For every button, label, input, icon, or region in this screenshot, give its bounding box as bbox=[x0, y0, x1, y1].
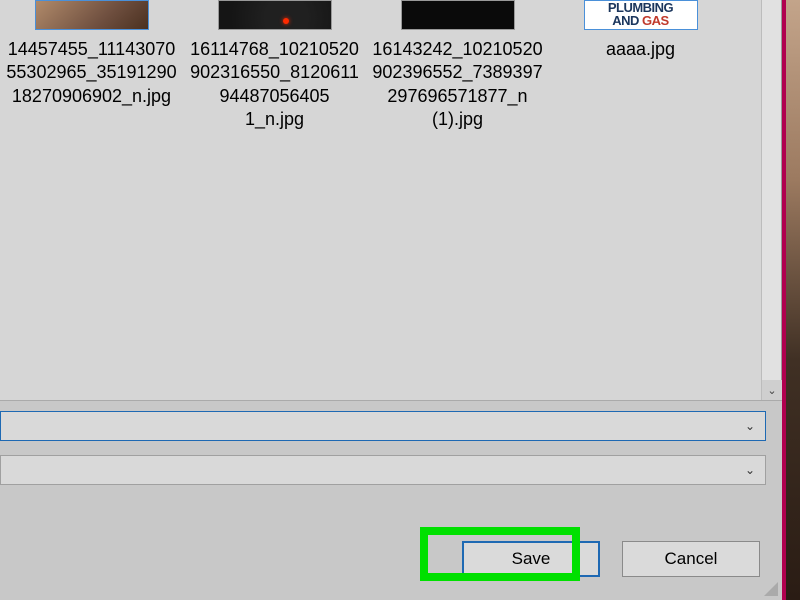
save-dialog: 14457455_1114307055302965_35191290182709… bbox=[0, 0, 782, 600]
chevron-down-icon: ⌄ bbox=[745, 419, 755, 433]
button-label: Save bbox=[512, 549, 551, 569]
vertical-scrollbar[interactable]: ⌄ bbox=[761, 0, 781, 400]
scroll-down-button[interactable]: ⌄ bbox=[762, 380, 782, 400]
file-browser-pane: 14457455_1114307055302965_35191290182709… bbox=[0, 0, 782, 400]
file-thumbnail bbox=[35, 0, 149, 30]
chevron-down-icon: ⌄ bbox=[767, 384, 776, 397]
save-fields: ⌄ ⌄ bbox=[0, 400, 782, 527]
file-thumbnail: PLUMBING AND GAS bbox=[584, 0, 698, 30]
thumb-text-line: AND bbox=[612, 13, 642, 28]
file-name: aaaa.jpg bbox=[553, 38, 728, 61]
chevron-down-icon: ⌄ bbox=[745, 463, 755, 477]
file-grid: 14457455_1114307055302965_35191290182709… bbox=[0, 0, 781, 132]
file-item[interactable]: 16114768_10210520902316550_8120611944870… bbox=[187, 0, 362, 132]
file-name: 14457455_1114307055302965_35191290182709… bbox=[4, 38, 179, 108]
filetype-combobox[interactable]: ⌄ bbox=[0, 455, 766, 485]
file-item[interactable]: PLUMBING AND GAS aaaa.jpg bbox=[553, 0, 728, 132]
cancel-button[interactable]: Cancel bbox=[622, 541, 760, 577]
resize-grip-icon[interactable] bbox=[764, 582, 778, 596]
dialog-button-row: Save Cancel bbox=[0, 527, 782, 600]
file-name: 16143242_10210520902396552_7389397297696… bbox=[370, 38, 545, 132]
button-label: Cancel bbox=[665, 549, 718, 569]
file-name: 16114768_10210520902316550_8120611944870… bbox=[187, 38, 362, 132]
file-thumbnail bbox=[218, 0, 332, 30]
file-item[interactable]: 14457455_1114307055302965_35191290182709… bbox=[4, 0, 179, 132]
file-item[interactable]: 16143242_10210520902396552_7389397297696… bbox=[370, 0, 545, 132]
backdrop bbox=[786, 0, 800, 600]
filename-combobox[interactable]: ⌄ bbox=[0, 411, 766, 441]
file-thumbnail bbox=[401, 0, 515, 30]
save-button[interactable]: Save bbox=[462, 541, 600, 577]
thumb-text-line: GAS bbox=[642, 13, 669, 28]
